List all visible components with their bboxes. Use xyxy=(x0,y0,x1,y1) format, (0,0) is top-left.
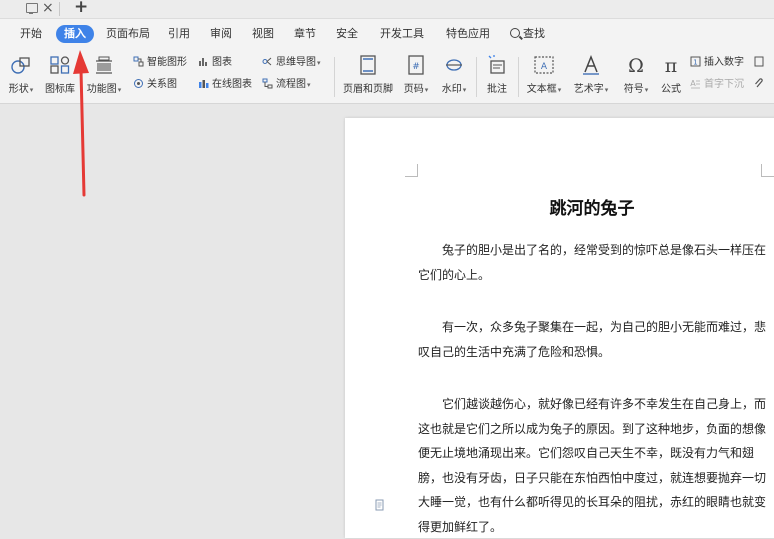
omega-icon: Ω xyxy=(625,55,647,75)
tab-security[interactable]: 安全 xyxy=(336,25,358,43)
insert-number-button[interactable]: 1 插入数字 xyxy=(690,55,744,71)
page-number-icon: # xyxy=(405,55,427,75)
attachment-icon[interactable] xyxy=(754,77,768,93)
document-title: 跳河的兔子 xyxy=(549,199,635,219)
svg-text:π: π xyxy=(665,55,678,75)
relation-chart-icon xyxy=(133,78,144,89)
flowchart-button[interactable]: 流程图▾ xyxy=(262,77,311,93)
header-footer-button[interactable]: 页眉和页脚 xyxy=(340,55,396,99)
ribbon-toolbar: 形状▾ 图标库 功能图▾ 智能图形 关系图 图表 在线图表 思维导图▾ 流程图▾… xyxy=(0,49,774,104)
tab-separator xyxy=(59,2,60,16)
paragraph-2: 有一次，众多兔子聚集在一起，为自己的胆小无能而难过，悲叹自己的生活中充满了危险和… xyxy=(418,320,767,359)
flowchart-icon xyxy=(262,78,273,89)
insert-number-icon: 1 xyxy=(690,56,701,67)
tab-review[interactable]: 审阅 xyxy=(210,25,232,43)
page-margin-corner xyxy=(405,164,418,177)
symbol-button[interactable]: Ω 符号▾ xyxy=(620,55,652,99)
formula-button[interactable]: π 公式 xyxy=(656,55,686,99)
search-button[interactable]: 查找 xyxy=(510,25,545,43)
document-options-icon[interactable] xyxy=(375,499,385,511)
comment-icon xyxy=(486,55,508,75)
ribbon-separator xyxy=(518,57,519,97)
document-page[interactable]: 跳河的兔子 兔子的胆小是出了名的，经常受到的惊吓总是像石头一样压在它们的心上。 … xyxy=(345,118,774,538)
page-margin-corner xyxy=(761,164,774,177)
tab-references[interactable]: 引用 xyxy=(168,25,190,43)
new-tab-button[interactable]: + xyxy=(74,0,88,17)
comment-button[interactable]: 批注 xyxy=(482,55,512,99)
smart-art-icon xyxy=(133,56,144,67)
drop-cap-icon: A xyxy=(690,78,701,89)
tab-view[interactable]: 视图 xyxy=(252,25,274,43)
tab-special[interactable]: 特色应用 xyxy=(446,25,490,43)
page-number-button[interactable]: # 页码▾ xyxy=(400,55,432,99)
svg-text:A: A xyxy=(690,79,696,88)
tab-start[interactable]: 开始 xyxy=(20,25,42,43)
shape-button[interactable]: 形状▾ xyxy=(4,55,38,99)
header-footer-icon xyxy=(357,55,379,75)
red-arrow-annotation xyxy=(73,50,89,197)
chart-button[interactable]: 图表 xyxy=(198,55,232,71)
wordart-icon xyxy=(580,55,602,75)
ribbon-separator xyxy=(334,57,335,97)
wordart-button[interactable]: 艺术字▾ xyxy=(570,55,612,99)
more-tool-icon[interactable] xyxy=(754,55,768,71)
svg-text:Ω: Ω xyxy=(628,55,644,75)
tab-page-layout[interactable]: 页面布局 xyxy=(106,25,150,43)
watermark-icon xyxy=(443,55,465,75)
pi-icon: π xyxy=(660,55,682,75)
menu-bar: 开始 插入 页面布局 引用 审阅 视图 章节 安全 开发工具 特色应用 查找 xyxy=(0,19,774,49)
smart-art-button[interactable]: 智能图形 xyxy=(133,55,187,71)
relation-chart-button[interactable]: 关系图 xyxy=(133,77,177,93)
bar-chart-icon xyxy=(198,56,209,67)
mind-map-icon xyxy=(262,56,273,67)
close-tab-icon[interactable]: × xyxy=(42,0,54,17)
svg-text:#: # xyxy=(412,62,420,72)
svg-text:1: 1 xyxy=(693,59,697,67)
drop-cap-button[interactable]: A 首字下沉 xyxy=(690,77,744,93)
search-icon xyxy=(510,28,520,38)
tab-chapter[interactable]: 章节 xyxy=(294,25,316,43)
tab-developer[interactable]: 开发工具 xyxy=(380,25,424,43)
mind-map-button[interactable]: 思维导图▾ xyxy=(262,55,321,71)
ribbon-separator xyxy=(476,57,477,97)
textbox-button[interactable]: A 文本框▾ xyxy=(524,55,564,99)
online-chart-button[interactable]: 在线图表 xyxy=(198,77,252,93)
paragraph-3: 它们越谈越伤心，就好像已经有许多不幸发生在自己身上，而这也就是它们之所以成为兔子… xyxy=(418,397,767,534)
online-chart-icon xyxy=(198,78,209,89)
shape-icon xyxy=(10,55,32,75)
title-bar: × + xyxy=(0,0,774,19)
textbox-icon: A xyxy=(533,55,555,75)
svg-text:A: A xyxy=(541,62,548,72)
watermark-button[interactable]: 水印▾ xyxy=(438,55,470,99)
window-restore-icon[interactable] xyxy=(26,3,38,14)
paragraph-1: 兔子的胆小是出了名的，经常受到的惊吓总是像石头一样压在它们的心上。 xyxy=(418,243,767,282)
